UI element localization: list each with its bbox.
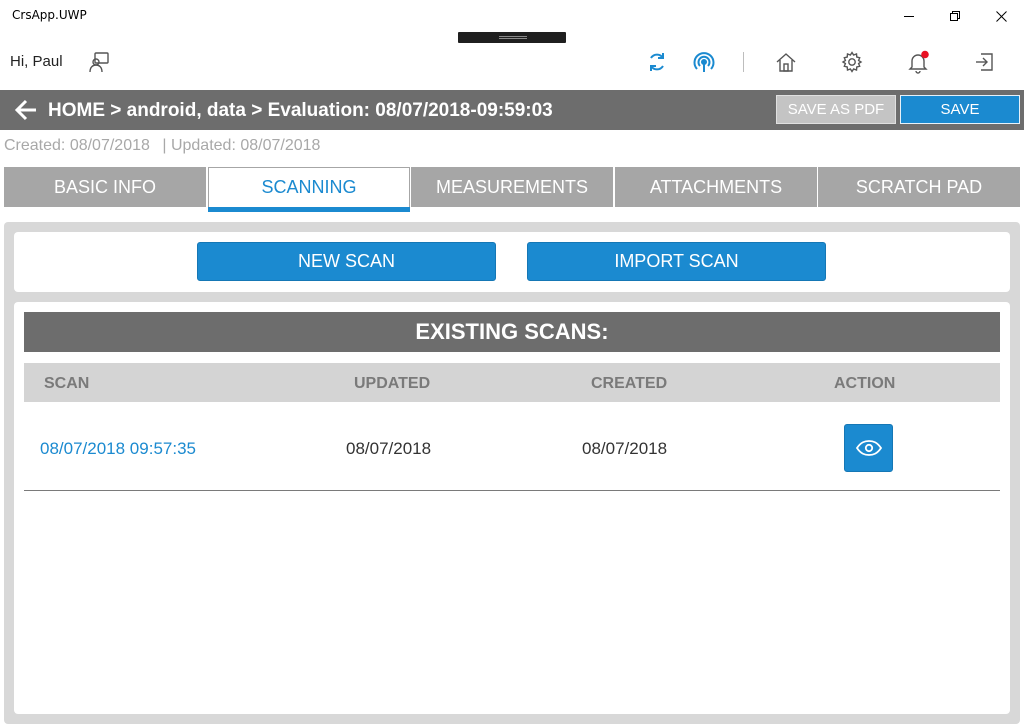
tab-basic-info[interactable]: BASIC INFO [4, 167, 206, 207]
eye-icon [855, 440, 882, 456]
minimize-icon [904, 16, 914, 17]
close-icon [995, 10, 1007, 22]
sign-out-button[interactable] [969, 47, 999, 77]
restore-button[interactable] [932, 0, 978, 32]
notifications-button[interactable] [903, 47, 933, 77]
row-updated: 08/07/2018 [346, 439, 432, 458]
wireless-icon [693, 52, 715, 72]
user-greeting: Hi, Paul [10, 53, 63, 70]
column-action: ACTION [834, 375, 896, 392]
sign-out-icon [976, 53, 993, 71]
table-header: SCAN UPDATED CREATED ACTION [24, 363, 1000, 402]
tab-measurements[interactable]: MEASUREMENTS [411, 167, 613, 207]
scan-link[interactable]: 08/07/2018 09:57:35 [40, 439, 196, 459]
restore-icon [950, 11, 960, 21]
close-button[interactable] [978, 0, 1024, 32]
import-scan-button[interactable]: IMPORT SCAN [527, 242, 826, 281]
arrow-left-icon [14, 99, 36, 121]
save-button[interactable]: SAVE [900, 95, 1020, 124]
scan-actions-bar [14, 232, 1010, 292]
tab-scanning[interactable]: SCANNING [208, 167, 410, 207]
back-button[interactable] [14, 98, 40, 122]
header-separator [743, 52, 744, 72]
breadcrumb: HOME > android, data > Evaluation: 08/07… [48, 100, 553, 121]
window-title-bar: CrsApp.UWP [0, 0, 1024, 32]
column-scan: SCAN [44, 375, 90, 392]
column-updated: UPDATED [354, 375, 431, 392]
save-as-pdf-button[interactable]: SAVE AS PDF [776, 95, 896, 124]
home-icon [776, 53, 796, 72]
home-button[interactable] [771, 47, 801, 77]
active-tab-indicator [208, 207, 410, 212]
wireless-button[interactable] [689, 47, 719, 77]
existing-scans-title: EXISTING SCANS: [24, 312, 1000, 352]
bell-icon [908, 50, 929, 74]
minimize-button[interactable] [886, 0, 932, 32]
created-date: Created: 08/07/2018 [4, 137, 150, 154]
notification-dot [921, 50, 929, 59]
sync-button[interactable] [642, 47, 672, 77]
drag-handle[interactable] [458, 32, 566, 43]
settings-button[interactable] [837, 47, 867, 77]
feedback-button[interactable] [84, 47, 114, 77]
evaluation-dates: Created: 08/07/2018 | Updated: 08/07/201… [4, 137, 320, 155]
view-scan-button[interactable] [844, 424, 893, 472]
feedback-icon [89, 52, 109, 73]
table-row: 08/07/2018 09:57:35 08/07/2018 08/07/201… [24, 402, 1000, 491]
new-scan-button[interactable]: NEW SCAN [197, 242, 496, 281]
column-created: CREATED [591, 375, 668, 392]
row-created: 08/07/2018 [582, 439, 668, 458]
updated-date: | Updated: 08/07/2018 [162, 137, 321, 154]
sync-icon [650, 53, 664, 71]
tab-scratch-pad[interactable]: SCRATCH PAD [818, 167, 1020, 207]
tab-attachments[interactable]: ATTACHMENTS [615, 167, 817, 207]
gear-icon [841, 51, 863, 73]
app-title: CrsApp.UWP [12, 8, 87, 22]
